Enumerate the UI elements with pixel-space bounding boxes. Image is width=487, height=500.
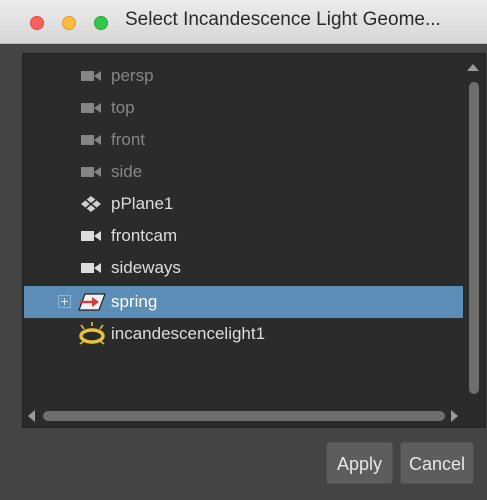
expand-toggle[interactable] [58, 295, 71, 308]
list-item-incandescencelight1[interactable]: incandescencelight1 [23, 318, 463, 350]
scroll-right-arrow-icon[interactable] [451, 410, 458, 422]
window-title: Select Incandescence Light Geome... [125, 9, 441, 30]
list-item-sideways[interactable]: sideways [23, 252, 463, 284]
list-item-front[interactable]: front [23, 124, 463, 156]
close-window-button[interactable] [30, 16, 44, 30]
apply-button[interactable]: Apply [326, 442, 393, 484]
list-item-label: front [111, 130, 146, 149]
list-item-label: frontcam [111, 226, 178, 245]
vertical-scrollbar[interactable] [463, 54, 485, 427]
list-item-pplane1[interactable]: pPlane1 [23, 188, 463, 220]
vertical-scroll-thumb[interactable] [469, 82, 479, 394]
list-item-label: side [111, 162, 143, 181]
list-item-top[interactable]: top [23, 92, 463, 124]
camera-icon [79, 98, 103, 118]
list-item-label: spring [111, 292, 158, 311]
camera-icon [79, 162, 103, 182]
camera-icon [79, 258, 103, 278]
cancel-button[interactable]: Cancel [400, 442, 474, 484]
zoom-window-button[interactable] [94, 16, 108, 30]
camera-icon [79, 226, 103, 246]
spring-icon [77, 290, 107, 314]
list-item-label: incandescencelight1 [111, 324, 266, 343]
list-item-label: pPlane1 [111, 194, 174, 213]
minimize-window-button[interactable] [62, 16, 76, 30]
dialog-window: Select Incandescence Light Geome... pers… [0, 0, 487, 500]
scroll-up-arrow-icon[interactable] [467, 64, 479, 71]
horizontal-scroll-thumb[interactable] [43, 411, 445, 421]
list-item-spring[interactable]: spring [24, 286, 464, 318]
list-item-label: top [111, 98, 135, 117]
title-bar[interactable]: Select Incandescence Light Geome... [0, 0, 487, 44]
mesh-plane-icon [79, 194, 103, 214]
list-item-frontcam[interactable]: frontcam [23, 220, 463, 252]
camera-icon [79, 130, 103, 150]
scrollbar-corner [463, 405, 485, 427]
camera-icon [79, 66, 103, 86]
outliner-list: persp top front side pPlane1 frontcam si… [22, 53, 486, 428]
incandescence-light-icon [75, 320, 109, 350]
scroll-left-arrow-icon[interactable] [28, 410, 35, 422]
list-item-label: persp [111, 66, 154, 85]
list-item-persp[interactable]: persp [23, 60, 463, 92]
list-item-side[interactable]: side [23, 156, 463, 188]
list-item-label: sideways [111, 258, 181, 277]
horizontal-scrollbar[interactable] [23, 405, 464, 427]
